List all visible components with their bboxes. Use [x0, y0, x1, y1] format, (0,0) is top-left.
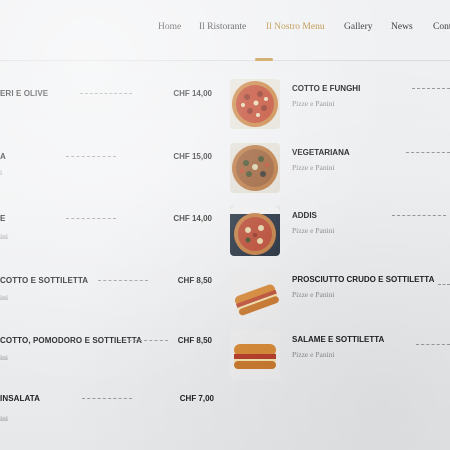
menu-item-category: Pizze e Panini [292, 226, 335, 235]
nav-item-menu[interactable]: Il Nostro Menu [266, 22, 325, 32]
menu-item-category: i [0, 168, 3, 177]
menu-item-title: SALAME E SOTTILETTA [292, 335, 385, 344]
menu-item-category: ini [0, 293, 8, 302]
dotted-leader [118, 340, 168, 341]
menu-item-price: CHF 8,50 [177, 336, 212, 345]
pizza-image [230, 206, 280, 256]
menu-item[interactable]: COTTO, POMODORO E SOTTILETTA ini CHF 8,5… [0, 336, 220, 376]
menu-item-category: ini [0, 232, 8, 241]
nav-item-news[interactable]: News [391, 22, 413, 32]
menu-item-category: ini [0, 414, 8, 423]
menu-item-title: COTTO E FUNGHI [292, 84, 361, 93]
sandwich-image [230, 330, 280, 380]
menu-item[interactable]: A i CHF 15,00 [0, 152, 220, 192]
menu-item-title: PROSCIUTTO CRUDO E SOTTILETTA [292, 275, 435, 284]
menu-item[interactable]: ADDIS Pizze e Panini [228, 206, 450, 266]
menu-item[interactable]: COTTO E SOTTILETTA ini CHF 8,50 [0, 276, 220, 316]
pizza-image [230, 143, 280, 193]
menu-item[interactable]: INSALATA ini CHF 7,00 [0, 394, 220, 434]
menu-item-price: CHF 14,00 [173, 89, 212, 98]
dotted-leader [80, 93, 132, 94]
menu-item[interactable]: ERI E OLIVE CHF 14,00 [0, 89, 220, 129]
menu-page: Home Il Ristorante Il Nostro Menu Galler… [0, 0, 450, 450]
nav-item-home[interactable]: Home [158, 22, 181, 32]
dotted-leader [438, 284, 450, 285]
dotted-leader [98, 280, 148, 281]
menu-item-title: A [0, 152, 6, 161]
menu-item-title: INSALATA [0, 394, 41, 403]
dotted-leader [66, 218, 116, 219]
nav-item-gallery[interactable]: Gallery [344, 22, 373, 32]
menu-item[interactable]: E ini CHF 14,00 [0, 214, 220, 254]
dotted-leader [416, 344, 450, 345]
sandwich-image [230, 270, 280, 320]
menu-item-price: CHF 7,00 [179, 394, 214, 403]
menu-item-title: VEGETARIANA [292, 148, 350, 157]
menu-item-title: COTTO E SOTTILETTA [0, 276, 89, 285]
menu-item-price: CHF 14,00 [173, 214, 212, 223]
dotted-leader [412, 88, 450, 89]
menu-item[interactable]: SALAME E SOTTILETTA Pizze e Panini [228, 330, 450, 390]
menu-item-title: ERI E OLIVE [0, 89, 49, 98]
menu-item-title: ADDIS [292, 211, 317, 220]
site-header: Home Il Ristorante Il Nostro Menu Galler… [0, 0, 450, 61]
menu-item-category: Pizze e Panini [292, 290, 335, 299]
dotted-leader [82, 398, 132, 399]
menu-item-category: ini [0, 353, 8, 362]
nav-item-contact[interactable]: Cont [433, 22, 450, 32]
pizza-image [230, 79, 280, 129]
dotted-leader [406, 152, 450, 153]
menu-item-category: Pizze e Panini [292, 99, 335, 108]
active-nav-indicator [255, 58, 273, 61]
main-nav: Home Il Ristorante Il Nostro Menu Galler… [0, 22, 450, 38]
menu-item-title: E [0, 214, 6, 223]
menu-item-price: CHF 8,50 [177, 276, 212, 285]
nav-item-ristorante[interactable]: Il Ristorante [199, 22, 246, 32]
menu-item[interactable]: PROSCIUTTO CRUDO E SOTTILETTA Pizze e Pa… [228, 270, 450, 330]
menu-item-category: Pizze e Panini [292, 163, 335, 172]
menu-item[interactable]: COTTO E FUNGHI Pizze e Panini [228, 79, 450, 139]
dotted-leader [66, 156, 116, 157]
menu-item-price: CHF 15,00 [173, 152, 212, 161]
menu-item[interactable]: VEGETARIANA Pizze e Panini [228, 143, 450, 203]
menu-item-category: Pizze e Panini [292, 350, 335, 359]
dotted-leader [392, 215, 446, 216]
